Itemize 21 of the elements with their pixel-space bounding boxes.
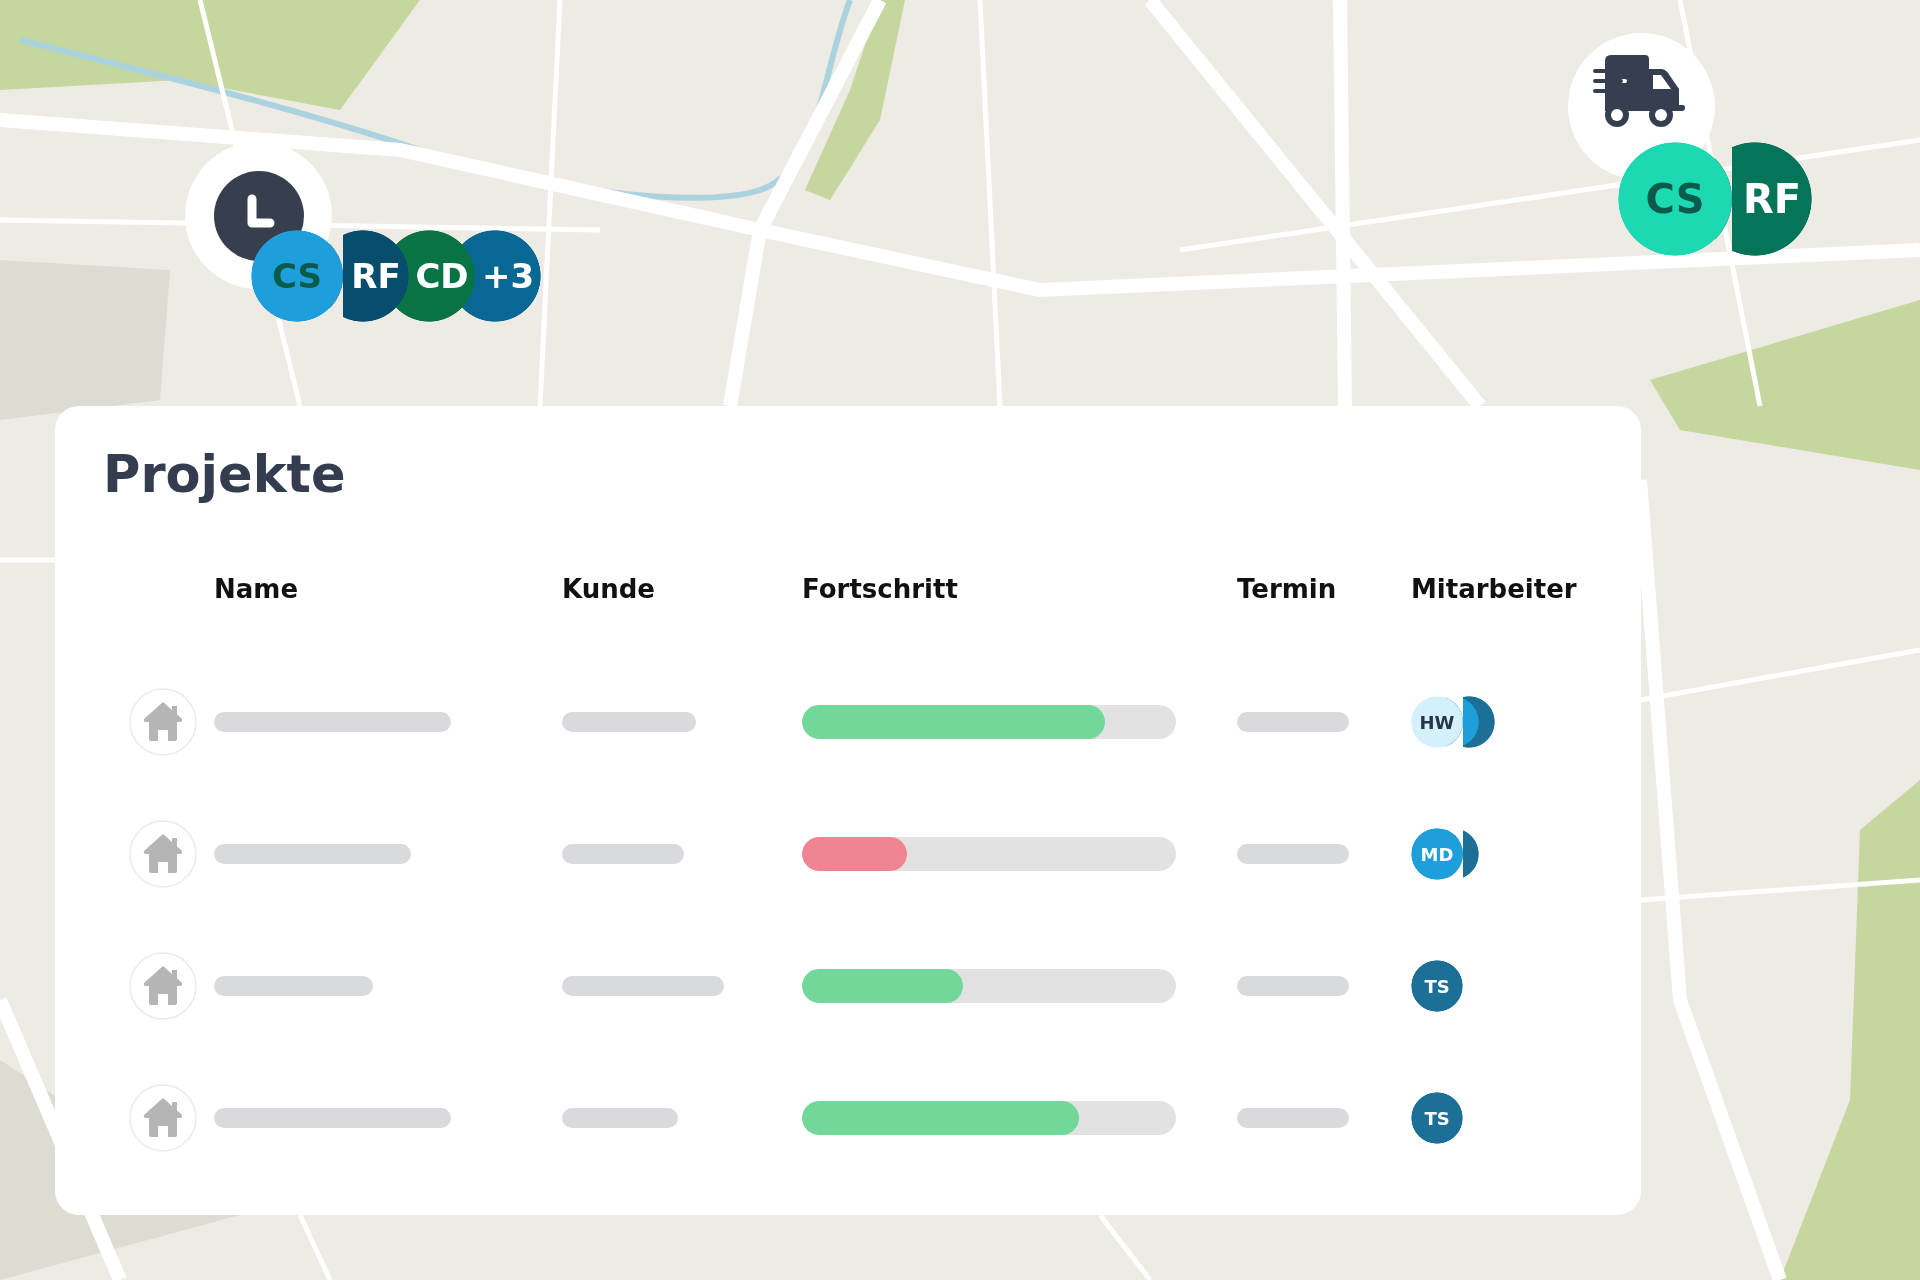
column-header[interactable]: Kunde [562, 574, 655, 605]
truck-icon [1592, 54, 1685, 129]
house-icon [129, 820, 197, 889]
avatar[interactable]: RF [1732, 142, 1812, 256]
column-header[interactable]: Termin [1237, 574, 1337, 605]
column-header[interactable]: Name [214, 574, 299, 605]
avatar[interactable]: +3 [475, 230, 541, 322]
card-title: Projekte [103, 444, 346, 506]
avatar[interactable]: RF [343, 230, 409, 322]
clock-icon [213, 170, 304, 261]
avatar[interactable]: TS [1411, 1092, 1463, 1145]
column-header[interactable]: Fortschritt [802, 574, 958, 605]
avatar[interactable]: TS [1411, 960, 1463, 1013]
house-icon [129, 952, 197, 1021]
avatar[interactable]: CD [409, 230, 475, 322]
column-header[interactable]: Mitarbeiter [1411, 574, 1577, 605]
avatar[interactable] [1463, 696, 1479, 749]
avatar[interactable]: HW [1411, 696, 1463, 749]
house-icon [129, 688, 197, 757]
avatar[interactable]: CS [1618, 142, 1732, 256]
house-icon [129, 1084, 197, 1153]
